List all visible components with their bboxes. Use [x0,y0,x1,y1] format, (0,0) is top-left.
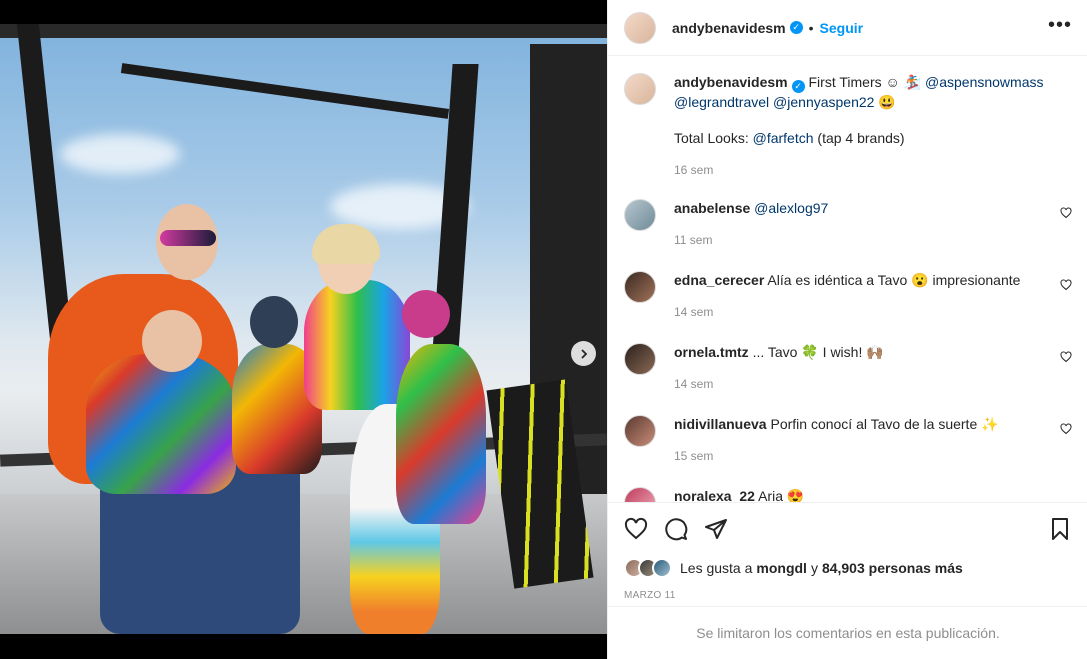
send-icon[interactable] [704,517,728,541]
comment-username[interactable]: noralexa_22 [674,488,755,502]
caption-text: Total Looks: [674,130,753,146]
heart-icon[interactable] [1060,207,1072,219]
verified-badge-icon: ✓ [791,80,805,93]
liker-avatar [652,558,672,578]
caption-username[interactable]: andybenavidesm [674,74,788,90]
comment-item: edna_cerecer Alía es idéntica a Tavo 😮 i… [624,271,1072,321]
comment-time[interactable]: 15 sem [674,447,1072,465]
bookmark-icon[interactable] [1048,517,1072,541]
author-avatar[interactable] [624,11,656,44]
carousel-next-button[interactable] [571,341,596,366]
sunglasses-shape [160,230,216,246]
mention-link[interactable]: @farfetch [753,130,814,146]
mention-link[interactable]: @alexlog97 [754,200,828,216]
instagram-post-modal: andybenavidesm ✓ • Seguir ••• andybenavi… [0,0,1087,659]
comment-avatar[interactable] [624,199,656,231]
comment-avatar[interactable] [624,271,656,303]
comment-text: Porfin conocí al Tavo de la suerte ✨ [770,416,999,432]
comment-icon[interactable] [664,517,688,541]
caption-text: 😃 [874,94,896,110]
child-pink-helmet [402,290,450,338]
gondola-rail [120,63,450,119]
comment-avatar[interactable] [624,415,656,447]
chevron-right-icon [580,348,587,359]
comment-item: ornela.tmtz ... Tavo 🍀 I wish! 🙌🏽 14 sem [624,343,1072,393]
woman-rainbow-jacket [304,280,410,410]
child-helmet [250,296,298,348]
comment-item: anabelense @alexlog97 11 sem [624,199,1072,249]
woman-hair [312,224,380,264]
mention-link[interactable]: @legrandtravel [674,94,769,110]
caption-text: (tap 4 brands) [813,130,905,146]
comment-item: noralexa_22 Aria 😍 [624,487,1072,502]
comment-username[interactable]: nidivillanueva [674,416,767,432]
verified-badge-icon: ✓ [789,21,803,34]
likes-count[interactable]: 84,903 personas más [822,560,963,576]
post-actions-bar [608,502,1087,558]
heart-icon[interactable] [1060,279,1072,291]
follow-button[interactable]: Seguir [820,20,864,36]
comment-username[interactable]: edna_cerecer [674,272,764,288]
heart-icon[interactable] [624,517,648,541]
comment-item: nidivillanueva Porfin conocí al Tavo de … [624,415,1072,465]
comment-username[interactable]: anabelense [674,200,750,216]
post-caption: andybenavidesm ✓ First Timers ☺ 🏂 @aspens… [624,73,1072,179]
post-photo[interactable] [0,24,607,634]
post-media-panel [0,0,607,659]
comment-time[interactable]: 14 sem [674,375,1072,393]
baby-head [142,310,202,372]
comment-avatar[interactable] [624,487,656,502]
post-side-panel: andybenavidesm ✓ • Seguir ••• andybenavi… [607,0,1087,659]
caption-time[interactable]: 16 sem [674,161,1072,179]
post-header: andybenavidesm ✓ • Seguir ••• [608,0,1087,56]
likes-summary: Les gusta a mongdl y 84,903 personas más [624,558,963,578]
author-avatar[interactable] [624,73,656,105]
comment-time[interactable]: 11 sem [674,231,1072,249]
post-date[interactable]: MARZO 11 [624,590,676,601]
comment-username[interactable]: ornela.tmtz [674,344,749,360]
author-username[interactable]: andybenavidesm [672,20,786,36]
gondola-roof [0,24,607,38]
mention-link[interactable]: @aspensnowmass [925,74,1044,90]
comment-text: Alía es idéntica a Tavo 😮 impresionante [767,272,1021,288]
comment-text: ... Tavo 🍀 I wish! 🙌🏽 [752,344,884,360]
mention-link[interactable]: @jennyaspen22 [773,94,874,110]
heart-icon[interactable] [1060,423,1072,435]
likes-username[interactable]: mongdl [756,560,807,576]
likes-prefix: Les gusta a [680,560,753,576]
likes-middle: y [810,560,818,576]
caption-text: First Timers ☺ 🏂 [808,74,925,90]
header-separator: • [808,19,814,36]
comments-list[interactable]: andybenavidesm ✓ First Timers ☺ 🏂 @aspens… [608,57,1087,502]
comments-limited-notice: Se limitaron los comentarios en esta pub… [608,606,1087,659]
comment-text: Aria 😍 [758,488,805,502]
comment-avatar[interactable] [624,343,656,375]
cloud-shape [60,134,180,174]
baby-colorful-suit [86,354,236,494]
more-horizontal-icon[interactable]: ••• [1048,14,1072,37]
heart-icon[interactable] [1060,351,1072,363]
comment-time[interactable]: 14 sem [674,303,1072,321]
child-pink-helmet-suit [396,344,486,524]
